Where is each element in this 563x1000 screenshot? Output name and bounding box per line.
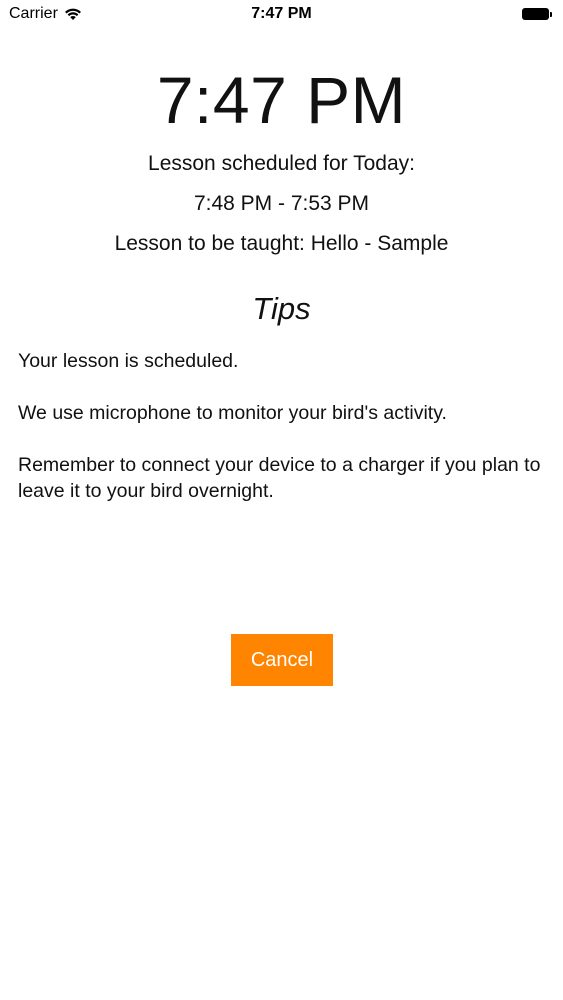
tip-item: We use microphone to monitor your bird's… <box>18 402 447 424</box>
current-time: 7:47 PM <box>156 63 407 137</box>
lesson-name: Lesson to be taught: Hello - Sample <box>114 232 449 255</box>
tips-list: Your lesson is scheduled. We use microph… <box>18 348 548 530</box>
tips-title: Tips <box>252 291 311 326</box>
schedule-label: Lesson scheduled for Today: <box>148 152 415 175</box>
battery-icon <box>522 7 554 21</box>
cancel-button[interactable]: Cancel <box>231 634 333 686</box>
tip-item: Remember to connect your device to a cha… <box>18 454 541 502</box>
status-time: 7:47 PM <box>251 5 312 22</box>
status-bar: Carrier 7:47 PM <box>0 0 563 30</box>
lesson-time-range: 7:48 PM - 7:53 PM <box>193 192 370 215</box>
tip-item: Your lesson is scheduled. <box>18 350 239 372</box>
